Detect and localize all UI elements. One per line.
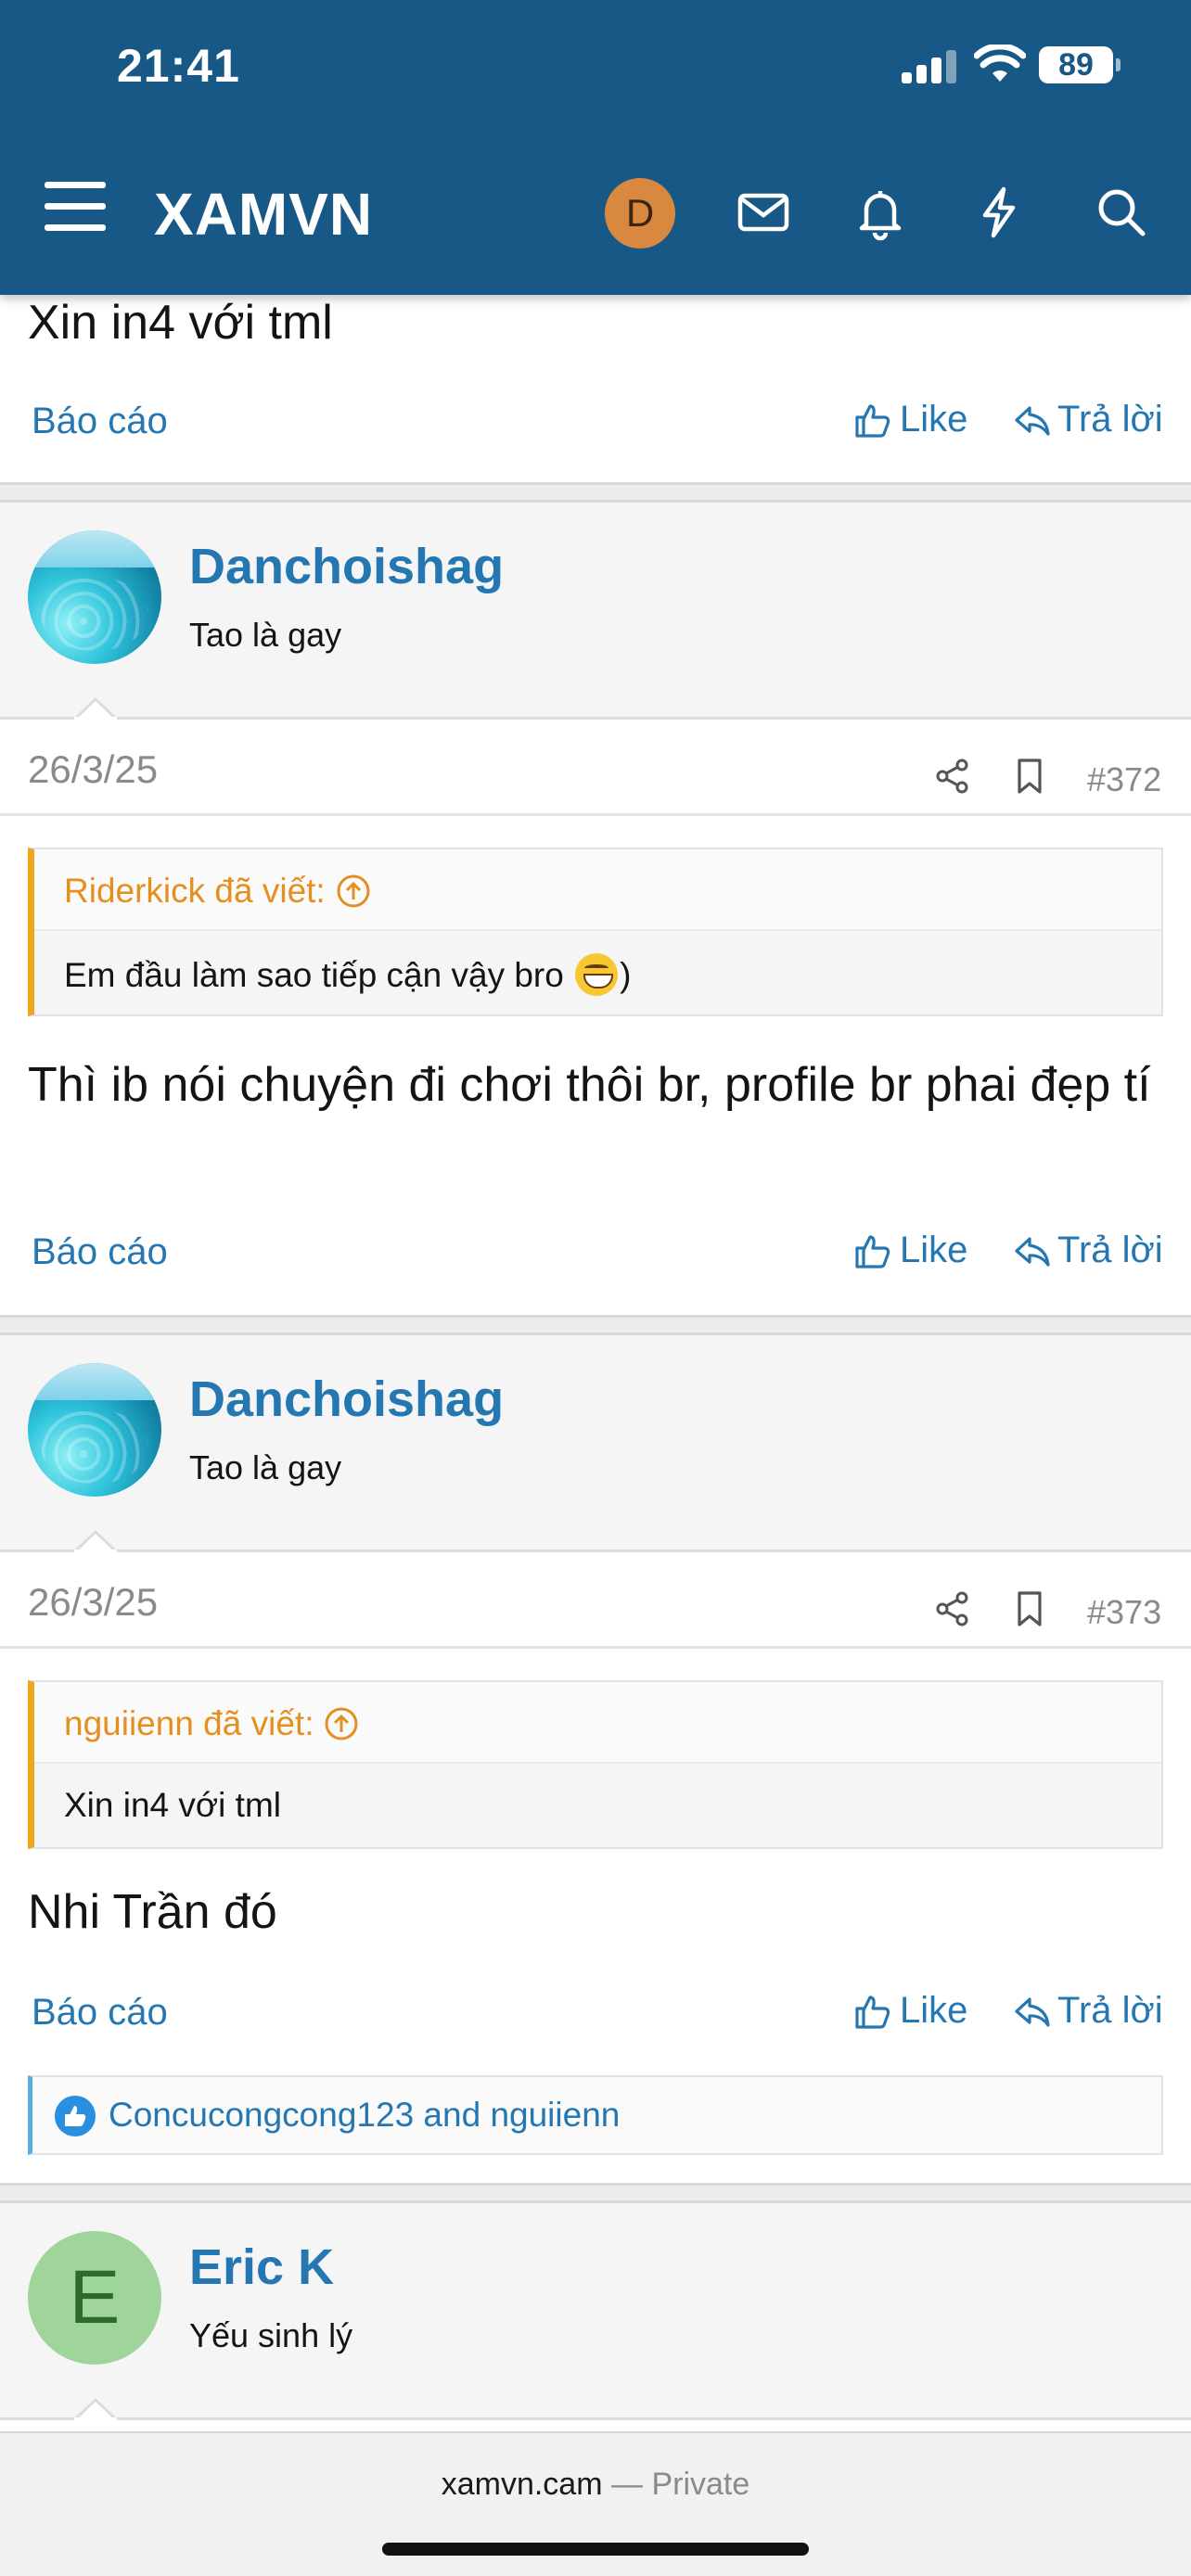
thumbs-up-icon (855, 1234, 890, 1269)
post-author-block: Danchoishag Tao là gay (0, 503, 1191, 720)
author-avatar[interactable] (28, 530, 161, 664)
app-header: 21:41 89 XAMVN D (0, 0, 1191, 295)
inbox-icon[interactable] (733, 182, 794, 243)
report-link[interactable]: Báo cáo (32, 1231, 168, 1273)
quote-text: Em đầu làm sao tiếp cận vậy bro ) (64, 953, 631, 996)
quote-body: Em đầu làm sao tiếp cận vậy bro ) (34, 931, 1161, 1014)
private-mode-label: Private (651, 2467, 750, 2502)
arrow-up-circle-icon (325, 1707, 358, 1741)
post-author-block: E Eric K Yếu sinh lý (0, 2203, 1191, 2420)
reply-icon (1015, 1236, 1050, 1267)
arrow-notch-icon (74, 2398, 117, 2420)
previous-post: Xin in4 với tml Báo cáo Like Trả lời (0, 295, 1191, 484)
arrow-notch-icon (74, 697, 117, 720)
author-name[interactable]: Danchoishag (189, 538, 504, 595)
bookmark-icon[interactable] (1011, 757, 1048, 796)
lightning-icon[interactable] (968, 182, 1030, 243)
user-avatar[interactable]: D (605, 178, 675, 249)
post-date[interactable]: 26/3/25 (28, 747, 158, 792)
reactions-users[interactable]: Concucongcong123 and nguiienn (109, 2096, 620, 2135)
quote-header: Riderkick đã viết: (34, 849, 1161, 931)
like-button[interactable]: Like (853, 399, 967, 440)
quote-block: Riderkick đã viết: Em đầu làm sao tiếp c… (28, 848, 1163, 1016)
author-avatar[interactable]: E (28, 2231, 161, 2365)
reply-label: Trả lời (1057, 1230, 1163, 1270)
author-title: Yếu sinh lý (189, 2316, 353, 2354)
site-title[interactable]: XAMVN (154, 180, 373, 249)
post-body: Thì ib nói chuyện đi chơi thôi br, profi… (28, 1058, 1151, 1112)
reply-label: Trả lời (1057, 1990, 1163, 2031)
post-date[interactable]: 26/3/25 (28, 1580, 158, 1625)
post-actions: Báo cáo Like Trả lời (0, 1222, 1191, 1287)
url-separator: — (611, 2467, 643, 2502)
post-number[interactable]: #372 (1087, 760, 1161, 799)
reply-label: Trả lời (1057, 399, 1163, 440)
post-separator (0, 2183, 1191, 2203)
quote-block: nguiienn đã viết: Xin in4 với tml (28, 1680, 1163, 1849)
arrow-notch-icon (74, 1530, 117, 1552)
quote-author-link[interactable]: nguiienn đã viết: (64, 1704, 360, 1743)
browser-bottom-bar: xamvn.cam — Private (0, 2431, 1191, 2576)
report-link[interactable]: Báo cáo (32, 401, 168, 442)
like-label: Like (900, 1990, 968, 2031)
post-meta: 26/3/25 #372 (0, 720, 1191, 816)
thumbs-up-icon (855, 403, 890, 438)
quote-header: nguiienn đã viết: (34, 1682, 1161, 1764)
reply-button[interactable]: Trả lời (1013, 1230, 1163, 1271)
reply-button[interactable]: Trả lời (1013, 1990, 1163, 2032)
bookmark-icon[interactable] (1011, 1589, 1048, 1628)
like-reaction-icon (55, 2096, 96, 2136)
url-text: xamvn.cam (441, 2467, 603, 2502)
address-bar[interactable]: xamvn.cam — Private (0, 2467, 1191, 2503)
post-separator (0, 1315, 1191, 1335)
post-number[interactable]: #373 (1087, 1593, 1161, 1632)
post-separator (0, 482, 1191, 503)
bell-icon[interactable] (850, 182, 911, 243)
quote-text: Xin in4 với tml (64, 1786, 281, 1824)
arrow-up-circle-icon (337, 874, 370, 908)
post-text: Xin in4 với tml (28, 296, 333, 350)
share-icon[interactable] (933, 1589, 972, 1628)
quote-author: Riderkick đã viết: (64, 872, 326, 910)
author-title: Tao là gay (189, 1448, 342, 1486)
post-body: Nhi Trần đó (28, 1885, 277, 1939)
status-time: 21:41 (117, 40, 240, 92)
thumbs-up-icon (855, 1995, 890, 2029)
author-title: Tao là gay (189, 616, 342, 654)
post-actions: Báo cáo Like Trả lời (0, 391, 1191, 456)
hamburger-menu-icon[interactable] (45, 182, 106, 236)
report-link[interactable]: Báo cáo (32, 1992, 168, 2034)
reactions-bar[interactable]: Concucongcong123 and nguiienn (28, 2075, 1163, 2155)
like-label: Like (900, 399, 968, 440)
like-label: Like (900, 1230, 968, 1270)
share-icon[interactable] (933, 757, 972, 796)
quote-author: nguiienn đã viết: (64, 1704, 314, 1742)
author-name[interactable]: Eric K (189, 2238, 334, 2296)
cellular-signal-icon (902, 50, 957, 83)
reply-icon (1015, 405, 1050, 436)
author-avatar[interactable] (28, 1363, 161, 1497)
reply-button[interactable]: Trả lời (1013, 399, 1163, 440)
quote-author-link[interactable]: Riderkick đã viết: (64, 872, 372, 911)
author-name[interactable]: Danchoishag (189, 1371, 504, 1428)
quote-text-part: Em đầu làm sao tiếp cận vậy bro (64, 956, 564, 994)
post-meta: 26/3/25 #373 (0, 1552, 1191, 1649)
post-author-block: Danchoishag Tao là gay (0, 1335, 1191, 1552)
reply-icon (1015, 1996, 1050, 2027)
grinning-emoji-icon (575, 953, 619, 996)
battery-indicator: 89 (1039, 46, 1121, 83)
quote-text-part: ) (620, 956, 632, 994)
quote-body: Xin in4 với tml (34, 1764, 1161, 1847)
post-actions: Báo cáo Like Trả lời (0, 1983, 1191, 2047)
like-button[interactable]: Like (853, 1230, 967, 1271)
home-indicator[interactable] (382, 2543, 809, 2556)
search-icon[interactable] (1091, 182, 1152, 243)
wifi-icon (973, 43, 1027, 83)
like-button[interactable]: Like (853, 1990, 967, 2032)
